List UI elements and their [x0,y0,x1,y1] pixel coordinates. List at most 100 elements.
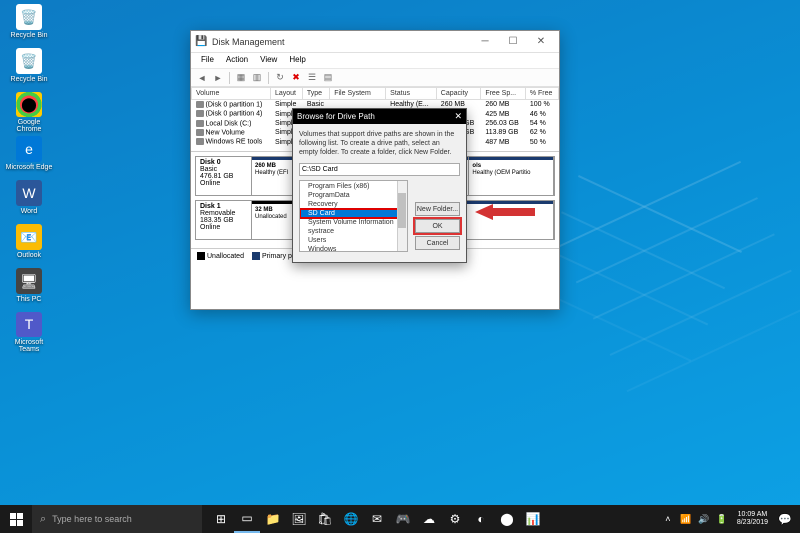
disk-partition[interactable]: olsHealthy (OEM Partitio [469,157,554,195]
tray-battery-icon[interactable]: 🔋 [713,505,731,533]
desktop-icon[interactable]: ⬤Google Chrome [4,92,54,134]
col-layout[interactable]: Layout [270,88,302,100]
cancel-button[interactable]: Cancel [415,236,460,250]
dialog-title: Browse for Drive Path [297,112,375,121]
delete-icon[interactable]: ✖ [289,71,303,85]
refresh-icon[interactable]: ↻ [273,71,287,85]
desktop-icon[interactable]: 🗑️Recycle Bin [4,48,54,90]
disk-header: Disk 0 Basic 476.81 GB Online [196,157,252,195]
tree-item[interactable]: systrace [300,227,407,236]
legend-unallocated-icon [197,252,205,260]
taskbar-app[interactable]: ☁ [416,505,442,533]
help-icon[interactable]: ☰ [305,71,319,85]
chrome-icon: ⬤ [16,92,42,117]
annotation-arrow [475,202,535,227]
taskbar-app[interactable]: ⚙ [442,505,468,533]
col-volume[interactable]: Volume [192,88,271,100]
forward-icon[interactable]: ► [211,71,225,85]
disk-header: Disk 1 Removable 183.35 GB Online [196,201,252,239]
search-icon: ⌕ [40,513,46,526]
taskbar-app[interactable]: 📁 [260,505,286,533]
tree-item[interactable]: System Volume Information [300,218,407,227]
tray-volume-icon[interactable]: 🔊 [695,505,713,533]
search-box[interactable]: ⌕ Type here to search [32,505,202,533]
tree-item[interactable]: Program Files (x86) [300,182,407,191]
taskbar-app[interactable]: ◐ [468,505,494,533]
desktop-icon[interactable]: eMicrosoft Edge [4,136,54,178]
desktop-icon[interactable]: 🖥This PC [4,268,54,310]
outlook-icon: 📧 [16,224,42,250]
desktop-icon[interactable]: 🗑️Recycle Bin [4,4,54,46]
recycle-bin-icon: 🗑️ [16,4,42,30]
col-freespace[interactable]: Free Sp... [481,88,526,100]
notifications-icon[interactable]: 💬 [774,505,796,533]
menu-help[interactable]: Help [283,53,311,68]
search-placeholder: Type here to search [52,514,132,524]
desktop-icon[interactable]: WWord [4,180,54,222]
taskbar-app[interactable]: 🎮 [390,505,416,533]
toolbar: ◄ ► ▦ ▥ ↻ ✖ ☰ ▤ [191,69,559,87]
menu-view[interactable]: View [254,53,283,68]
col-pctfree[interactable]: % Free [525,88,558,100]
word-icon: W [16,180,42,206]
new-folder-button[interactable]: New Folder... [415,202,460,216]
start-button[interactable] [0,505,32,533]
browse-drive-path-dialog: Browse for Drive Path ✕ Volumes that sup… [292,108,467,263]
dialog-titlebar[interactable]: Browse for Drive Path ✕ [293,109,466,124]
window-title: Disk Management [212,37,471,47]
desktop-icon[interactable]: TMicrosoft Teams [4,312,54,354]
app-icon: 💾 [195,35,208,48]
properties-icon[interactable]: ▥ [250,71,264,85]
menubar: File Action View Help [191,53,559,69]
windows-logo-icon [10,513,23,526]
desktop-icons: 🗑️Recycle Bin 🗑️Recycle Bin ⬤Google Chro… [4,4,54,356]
tree-item[interactable]: SD Card [300,209,407,218]
taskbar-app[interactable]: 🌐 [338,505,364,533]
system-tray: ˄ 📶 🔊 🔋 10:09 AM 8/23/2019 💬 [659,505,800,533]
taskbar-app[interactable]: 🖼 [286,505,312,533]
maximize-button[interactable]: ☐ [499,33,527,51]
minimize-button[interactable]: ─ [471,33,499,51]
disk-partition[interactable]: 32 MBUnallocated [252,201,294,239]
recycle-bin-icon: 🗑️ [16,48,42,74]
this-pc-icon: 🖥 [16,268,42,294]
drive-path-input[interactable] [299,163,460,176]
view-icon[interactable]: ▦ [234,71,248,85]
tree-item[interactable]: Recovery [300,200,407,209]
taskbar-app[interactable]: 📊 [520,505,546,533]
taskbar-app[interactable]: ▭ [234,505,260,533]
desktop-icon[interactable]: 📧Outlook [4,224,54,266]
table-header-row: Volume Layout Type File System Status Ca… [192,88,559,100]
edge-icon: e [16,136,42,162]
col-type[interactable]: Type [302,88,329,100]
menu-action[interactable]: Action [220,53,254,68]
legend-primary-icon [252,252,260,260]
back-icon[interactable]: ◄ [195,71,209,85]
taskbar-apps: ⊞ ▭ 📁 🖼 🛍 🌐 ✉ 🎮 ☁ ⚙ ◐ ⬤ 📊 [208,505,546,533]
close-icon[interactable]: ✕ [454,111,462,122]
col-capacity[interactable]: Capacity [436,88,481,100]
tray-network-icon[interactable]: 📶 [677,505,695,533]
taskbar-app[interactable]: ✉ [364,505,390,533]
settings-icon[interactable]: ▤ [321,71,335,85]
tree-item[interactable]: ProgramData [300,191,407,200]
titlebar[interactable]: 💾 Disk Management ─ ☐ ✕ [191,31,559,53]
taskbar: ⌕ Type here to search ⊞ ▭ 📁 🖼 🛍 🌐 ✉ 🎮 ☁ … [0,505,800,533]
taskbar-clock[interactable]: 10:09 AM 8/23/2019 [731,511,774,528]
scrollbar[interactable] [397,181,407,251]
ok-button[interactable]: OK [415,219,460,233]
dialog-instructions: Volumes that support drive paths are sho… [299,130,460,157]
task-view-icon[interactable]: ⊞ [208,505,234,533]
taskbar-app[interactable]: ⬤ [494,505,520,533]
col-status[interactable]: Status [386,88,437,100]
scrollbar-thumb[interactable] [398,193,406,228]
folder-tree[interactable]: Program Files (x86)ProgramDataRecoverySD… [299,180,408,252]
tray-chevron-icon[interactable]: ˄ [659,505,677,533]
taskbar-app[interactable]: 🛍 [312,505,338,533]
tree-item[interactable]: Users [300,236,407,245]
menu-file[interactable]: File [195,53,220,68]
tree-item[interactable]: Windows [300,245,407,252]
teams-icon: T [16,312,42,337]
col-filesystem[interactable]: File System [330,88,386,100]
close-button[interactable]: ✕ [527,33,555,51]
